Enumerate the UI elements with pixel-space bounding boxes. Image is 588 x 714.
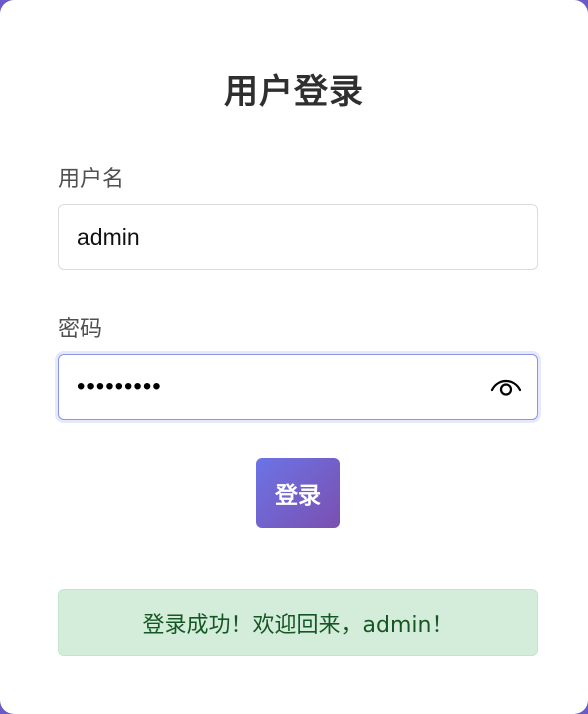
success-message: 登录成功！欢迎回来，admin！ [58, 589, 538, 656]
password-input[interactable]: ••••••••• [58, 354, 538, 420]
username-input[interactable]: admin [58, 204, 538, 270]
username-value: admin [77, 223, 140, 250]
password-value: ••••••••• [77, 373, 162, 400]
eye-icon[interactable] [489, 375, 523, 399]
login-card: 用户登录 用户名 admin 密码 ••••••••• 登录 登录成功！欢迎回来… [0, 0, 588, 714]
login-button[interactable]: 登录 [256, 458, 340, 528]
page-title: 用户登录 [224, 72, 364, 112]
password-label: 密码 [58, 317, 103, 342]
username-label: 用户名 [58, 167, 125, 192]
